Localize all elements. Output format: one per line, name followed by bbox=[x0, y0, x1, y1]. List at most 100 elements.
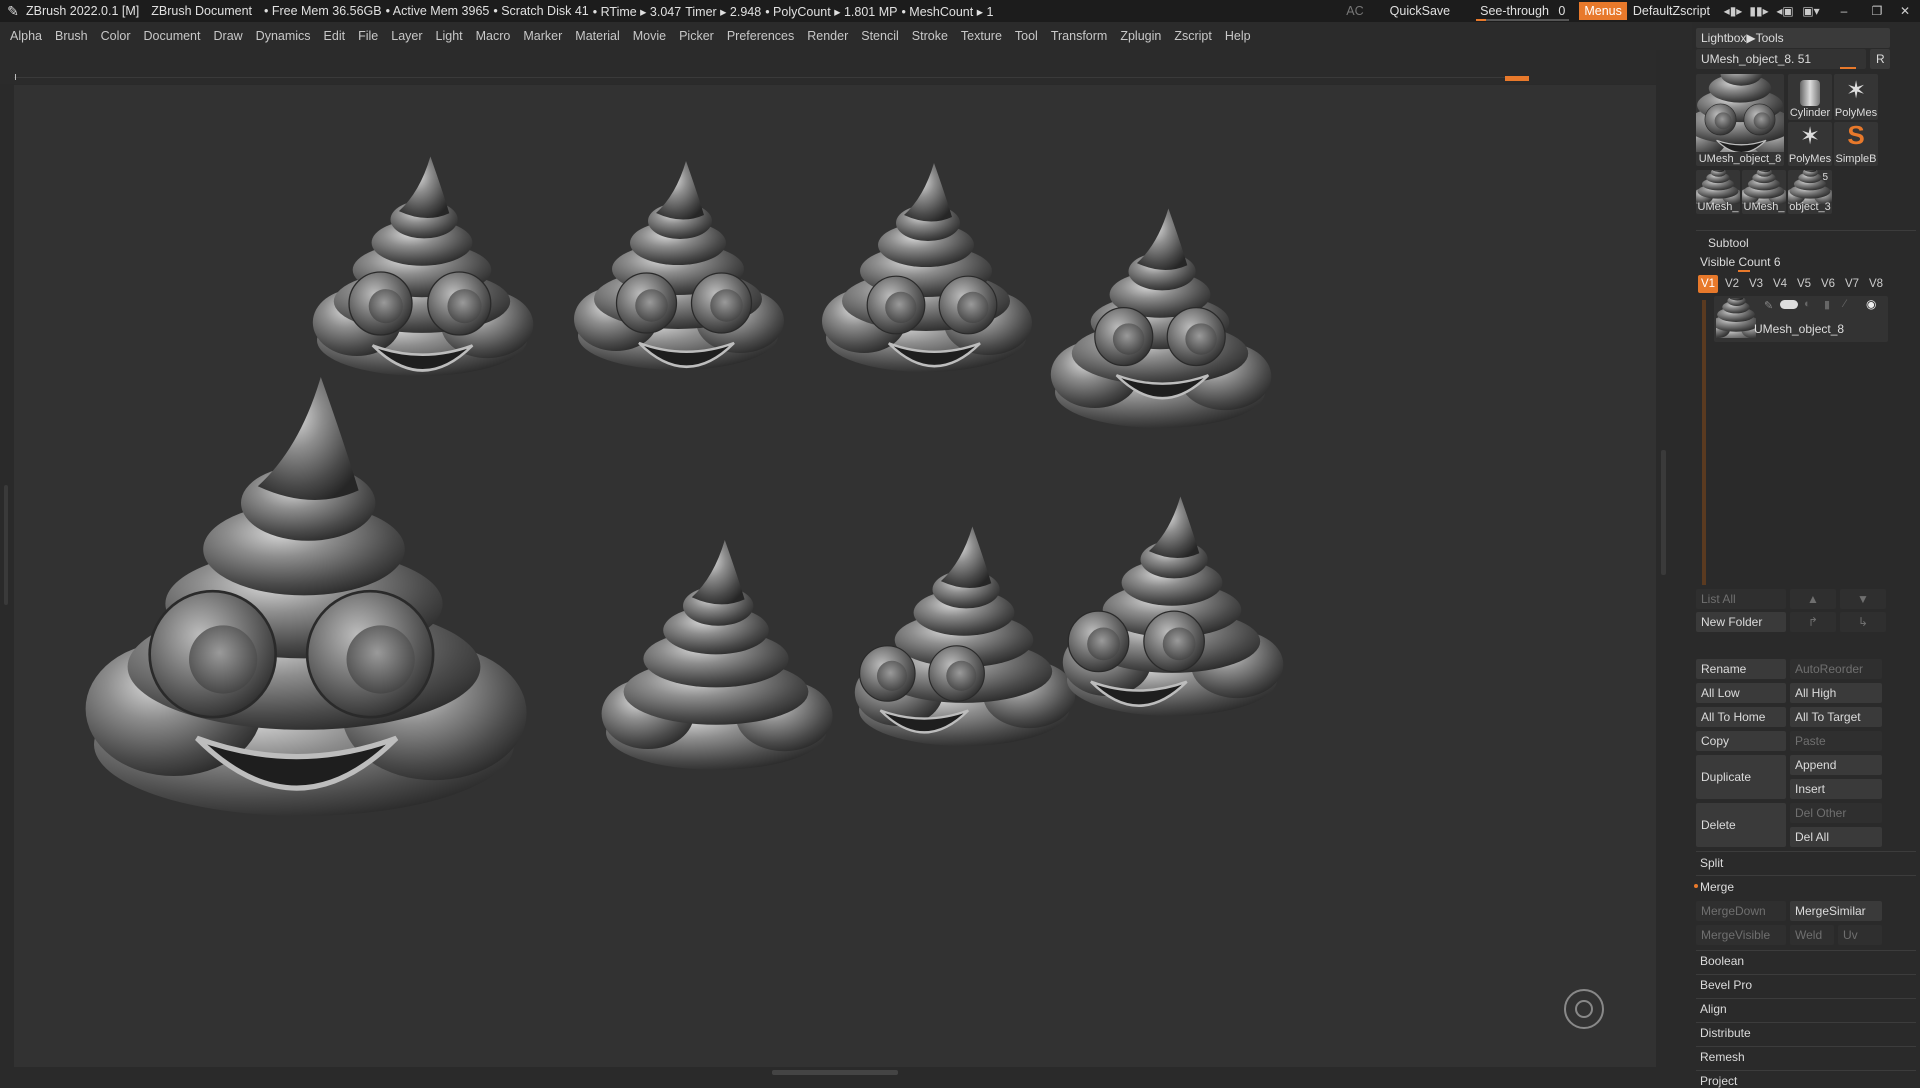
bevel-pro-menu[interactable]: Bevel Pro bbox=[1700, 978, 1752, 992]
rename-button[interactable]: Rename bbox=[1696, 659, 1786, 679]
tab-v6[interactable]: V6 bbox=[1818, 275, 1838, 293]
tool-thumb-umesh[interactable]: UMesh_ bbox=[1692, 157, 1744, 214]
menu-file[interactable]: File bbox=[358, 29, 378, 43]
menu-picker[interactable]: Picker bbox=[679, 29, 714, 43]
poop-emoji-model[interactable] bbox=[1050, 208, 1272, 428]
uv-button[interactable]: Uv bbox=[1838, 925, 1882, 945]
menu-texture[interactable]: Texture bbox=[961, 29, 1002, 43]
tab-v1[interactable]: V1 bbox=[1698, 275, 1718, 293]
list-all-button[interactable]: List All bbox=[1696, 589, 1786, 609]
duplicate-button[interactable]: Duplicate bbox=[1696, 755, 1786, 799]
bottom-shelf-handle[interactable] bbox=[772, 1070, 898, 1075]
boolean-menu[interactable]: Boolean bbox=[1700, 954, 1744, 968]
toggle-icon[interactable] bbox=[1780, 300, 1798, 309]
quicksave-button[interactable]: QuickSave bbox=[1390, 4, 1450, 18]
menu-preferences[interactable]: Preferences bbox=[727, 29, 794, 43]
poop-emoji-model[interactable] bbox=[312, 156, 534, 376]
subtool-title[interactable]: Subtool bbox=[1708, 236, 1749, 250]
window-arrange-icon[interactable]: ▣▾ bbox=[1798, 4, 1824, 18]
all-high-button[interactable]: All High bbox=[1790, 683, 1882, 703]
tab-v4[interactable]: V4 bbox=[1770, 275, 1790, 293]
poop-emoji-model[interactable] bbox=[574, 161, 784, 370]
visible-count[interactable]: Visible Count 6 bbox=[1700, 255, 1781, 269]
timeline-marker[interactable] bbox=[1505, 76, 1529, 81]
distribute-menu[interactable]: Distribute bbox=[1700, 1026, 1751, 1040]
menu-movie[interactable]: Movie bbox=[633, 29, 666, 43]
tool-thumb-umesh[interactable]: UMesh_ bbox=[1738, 157, 1790, 214]
menu-macro[interactable]: Macro bbox=[476, 29, 511, 43]
minimize-icon[interactable]: – bbox=[1824, 4, 1864, 18]
all-to-target-button[interactable]: All To Target bbox=[1790, 707, 1882, 727]
tool-thumb-polymesh[interactable]: ✶ PolyMes bbox=[1834, 74, 1878, 120]
menu-edit[interactable]: Edit bbox=[324, 29, 346, 43]
merge-down-button[interactable]: MergeDown bbox=[1696, 901, 1786, 921]
folder-move-icon[interactable]: ↱ bbox=[1790, 612, 1836, 632]
tab-v7[interactable]: V7 bbox=[1842, 275, 1862, 293]
tool-thumb-simplebrush[interactable]: S SimpleB bbox=[1834, 120, 1878, 166]
auto-reorder-button[interactable]: AutoReorder bbox=[1790, 659, 1882, 679]
delete-button[interactable]: Delete bbox=[1696, 803, 1786, 847]
menu-stroke[interactable]: Stroke bbox=[912, 29, 948, 43]
polypaint-brush-icon[interactable]: ✎ bbox=[1764, 299, 1773, 312]
tool-thumb-object-3[interactable]: 5 object_3 bbox=[1784, 157, 1836, 214]
menu-render[interactable]: Render bbox=[807, 29, 848, 43]
merge-similar-button[interactable]: MergeSimilar bbox=[1790, 901, 1882, 921]
subtool-item[interactable]: ✎ ◐ ▮ ⁄ ◉ UMesh_object_8 bbox=[1714, 296, 1888, 342]
tool-thumb-umesh-object-8[interactable]: UMesh_object_8 bbox=[1672, 35, 1809, 171]
tool-thumb-cylinder[interactable]: Cylinder bbox=[1788, 74, 1832, 120]
tab-v8[interactable]: V8 bbox=[1866, 275, 1886, 293]
insert-button[interactable]: Insert bbox=[1790, 779, 1882, 799]
menu-transform[interactable]: Transform bbox=[1051, 29, 1108, 43]
remesh-menu[interactable]: Remesh bbox=[1700, 1050, 1745, 1064]
eye-icon[interactable]: ◉ bbox=[1866, 297, 1876, 311]
del-other-button[interactable]: Del Other bbox=[1790, 803, 1882, 823]
right-shelf-handle[interactable] bbox=[1661, 450, 1666, 575]
restore-icon[interactable]: ❐ bbox=[1864, 4, 1890, 18]
subtool-list-scrollbar[interactable] bbox=[1702, 300, 1706, 585]
poop-emoji-model[interactable] bbox=[854, 526, 1076, 746]
see-through-slider[interactable]: See-through 0 bbox=[1476, 4, 1570, 21]
weld-button[interactable]: Weld bbox=[1790, 925, 1834, 945]
layout-icon[interactable]: ◂▣ bbox=[1772, 4, 1798, 18]
sculpt-viewport[interactable] bbox=[14, 85, 1656, 1067]
menu-dynamics[interactable]: Dynamics bbox=[256, 29, 311, 43]
tab-v3[interactable]: V3 bbox=[1746, 275, 1766, 293]
paste-button[interactable]: Paste bbox=[1790, 731, 1882, 751]
interface-arrows-icon[interactable]: ◂▮▸ bbox=[1720, 4, 1746, 18]
poop-emoji-model[interactable] bbox=[601, 540, 833, 770]
menu-zplugin[interactable]: Zplugin bbox=[1120, 29, 1161, 43]
current-tool-slider[interactable]: UMesh_object_8. 51 bbox=[1696, 49, 1866, 69]
menus-button[interactable]: Menus bbox=[1579, 2, 1627, 20]
navigation-gizmo-icon[interactable] bbox=[1564, 989, 1604, 1029]
poop-emoji-model[interactable] bbox=[822, 163, 1032, 372]
move-down-icon[interactable]: ▼ bbox=[1840, 589, 1886, 609]
menu-light[interactable]: Light bbox=[436, 29, 463, 43]
ac-button[interactable]: AC bbox=[1346, 4, 1363, 18]
menu-tool[interactable]: Tool bbox=[1015, 29, 1038, 43]
all-low-button[interactable]: All Low bbox=[1696, 683, 1786, 703]
menu-layer[interactable]: Layer bbox=[391, 29, 422, 43]
align-menu[interactable]: Align bbox=[1700, 1002, 1727, 1016]
new-folder-button[interactable]: New Folder bbox=[1696, 612, 1786, 632]
close-icon[interactable]: ✕ bbox=[1890, 4, 1920, 18]
project-menu[interactable]: Project bbox=[1700, 1074, 1737, 1088]
copy-button[interactable]: Copy bbox=[1696, 731, 1786, 751]
lock-icon[interactable]: ▮ bbox=[1824, 298, 1830, 311]
merge-visible-button[interactable]: MergeVisible bbox=[1696, 925, 1786, 945]
all-to-home-button[interactable]: All To Home bbox=[1696, 707, 1786, 727]
tab-v2[interactable]: V2 bbox=[1722, 275, 1742, 293]
default-zscript-button[interactable]: DefaultZscript bbox=[1633, 4, 1710, 18]
left-shelf-handle[interactable] bbox=[4, 485, 8, 605]
menu-zscript[interactable]: Zscript bbox=[1174, 29, 1212, 43]
folder-out-icon[interactable]: ↳ bbox=[1840, 612, 1886, 632]
lightbox-tools-button[interactable]: Lightbox▶Tools bbox=[1696, 28, 1890, 48]
menu-stencil[interactable]: Stencil bbox=[861, 29, 899, 43]
move-up-icon[interactable]: ▲ bbox=[1790, 589, 1836, 609]
menu-document[interactable]: Document bbox=[144, 29, 201, 43]
interface-bars-icon[interactable]: ▮▮▸ bbox=[1746, 4, 1772, 18]
r-button[interactable]: R bbox=[1870, 49, 1890, 69]
menu-help[interactable]: Help bbox=[1225, 29, 1251, 43]
document-canvas[interactable] bbox=[14, 85, 1656, 1067]
timeline-track[interactable] bbox=[14, 77, 1514, 78]
del-all-button[interactable]: Del All bbox=[1790, 827, 1882, 847]
